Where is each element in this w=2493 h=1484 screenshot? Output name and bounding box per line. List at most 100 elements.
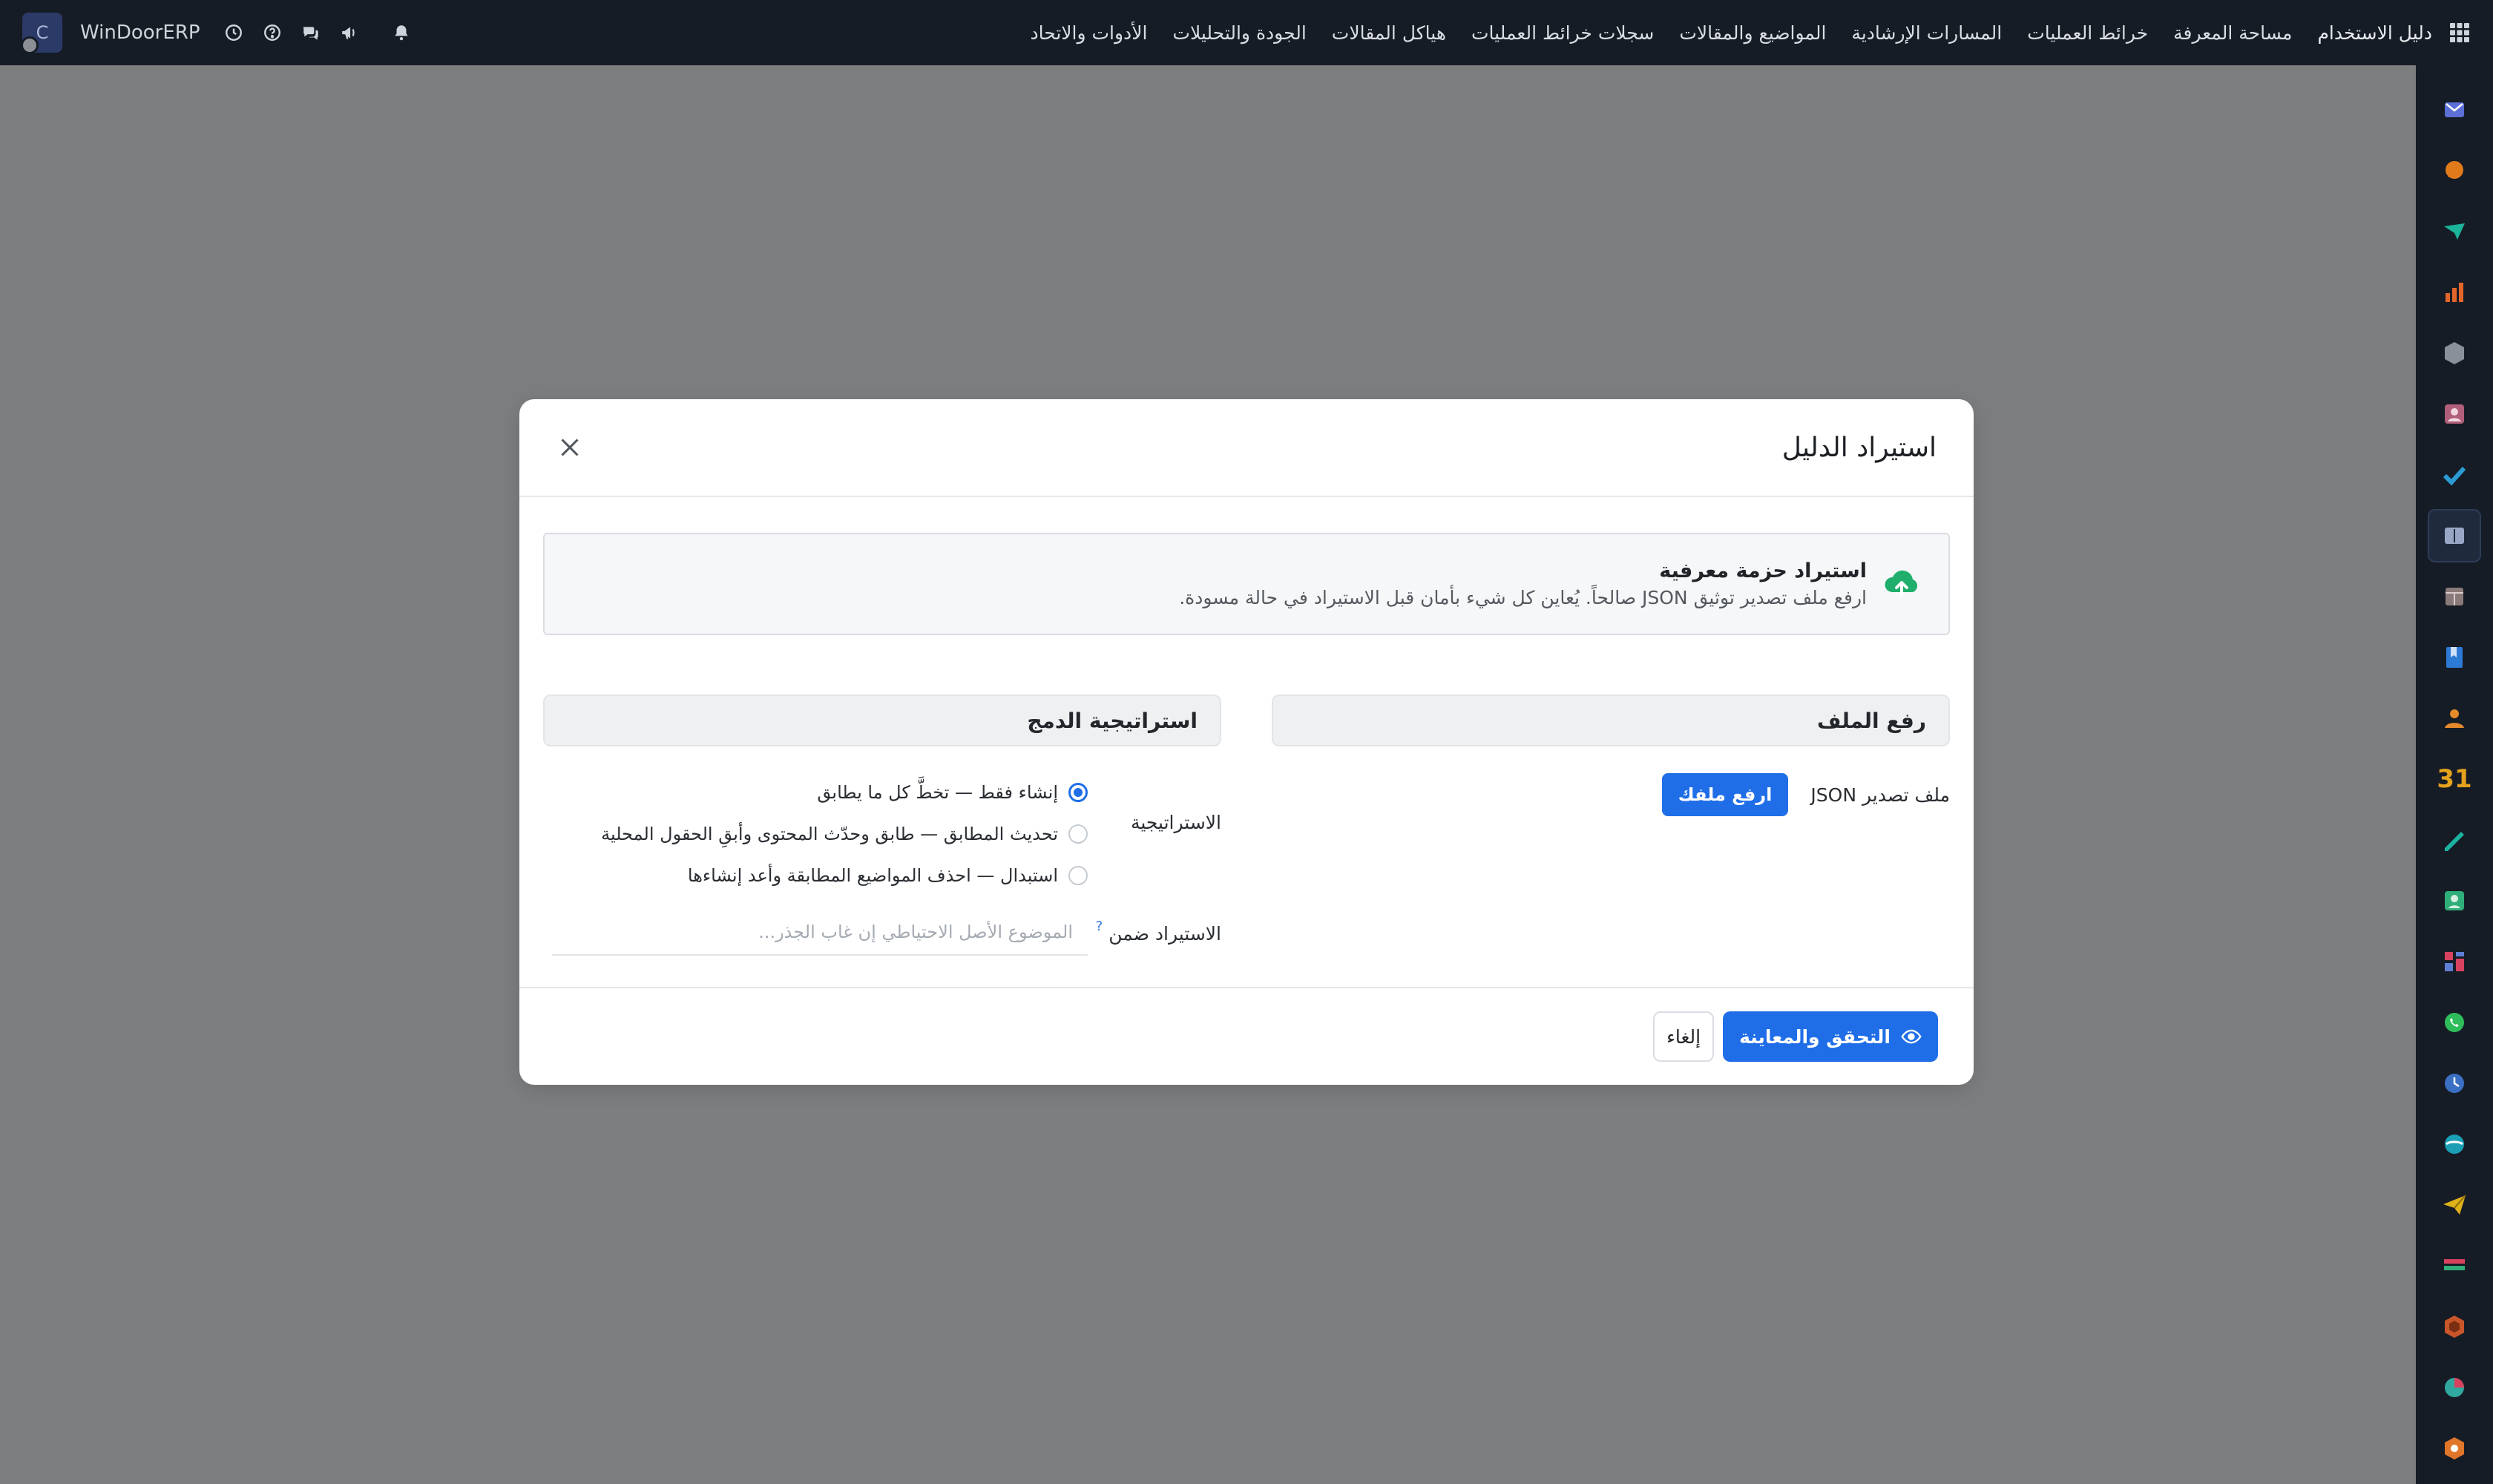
check-app-icon-glyph	[2443, 466, 2466, 486]
sign-app-icon[interactable]	[2428, 813, 2481, 867]
menu-knowledge-space[interactable]: مساحة المعرفة	[2173, 22, 2292, 44]
send-app-icon[interactable]	[2428, 205, 2481, 258]
file-row: ملف تصدير JSON ارفع ملفك	[1272, 773, 1950, 816]
menu-process-maps[interactable]: خرائط العمليات	[2027, 22, 2148, 44]
radio-update-matched[interactable]	[1068, 824, 1088, 844]
menu-user-guide[interactable]: دليل الاستخدام	[2317, 22, 2432, 44]
strategy-label: الاستراتيجية	[1130, 812, 1221, 833]
book-app-icon[interactable]	[2428, 631, 2481, 684]
chat-icon[interactable]	[300, 22, 322, 44]
paper-plane-app-icon[interactable]	[2428, 1178, 2481, 1232]
strategy-radio-group: إنشاء فقط — تخطَّ كل ما يطابق تحديث المط…	[601, 772, 1088, 896]
strategy-option-update-matched[interactable]: تحديث المطابق — طابق وحدّث المحتوى وأبقِ…	[601, 813, 1088, 855]
contacts-app-icon[interactable]	[2428, 387, 2481, 441]
pie-app-icon-glyph	[2445, 1378, 2464, 1397]
whatsapp-app-icon[interactable]	[2428, 996, 2481, 1049]
json-file-label: ملف تصدير JSON	[1810, 784, 1950, 806]
cancel-button[interactable]: إلغاء	[1653, 1011, 1715, 1062]
strategy-row: الاستراتيجية إنشاء فقط — تخطَّ كل ما يطا…	[543, 772, 1221, 896]
sign-app-icon-glyph	[2445, 832, 2464, 851]
radio-create-only[interactable]	[1068, 783, 1088, 802]
strategy-option-replace[interactable]: استبدال — احذف المواضيع المطابقة وأعد إن…	[601, 855, 1088, 896]
send-app-icon-glyph	[2444, 223, 2465, 240]
check-app-icon[interactable]	[2428, 448, 2481, 502]
help-icon[interactable]	[261, 22, 283, 44]
eye-icon	[1901, 1029, 1922, 1044]
menu-topics-articles[interactable]: المواضيع والمقالات	[1679, 22, 1826, 44]
validate-preview-label: التحقق والمعاينة	[1739, 1025, 1891, 1048]
clock-icon[interactable]	[223, 22, 245, 44]
dashboard-app-icon-glyph	[2445, 952, 2464, 971]
radio-replace[interactable]	[1068, 866, 1088, 885]
clock-app-icon-glyph	[2445, 1074, 2464, 1093]
menu-article-structures[interactable]: هياكل المقالات	[1332, 22, 1446, 44]
sync-app-icon[interactable]	[2428, 1117, 2481, 1171]
merge-section-heading: استراتيجية الدمج	[543, 695, 1221, 746]
banner-title: استيراد حزمة معرفية	[1659, 559, 1867, 582]
company-name[interactable]: WinDoorERP	[80, 22, 200, 44]
topbar-systray: C WinDoorERP	[21, 0, 429, 65]
contacts-app-icon-glyph	[2445, 404, 2464, 424]
menu-quality-analytics[interactable]: الجودة والتحليلات	[1172, 22, 1306, 44]
dialog-footer: التحقق والمعاينة إلغاء	[519, 987, 1974, 1085]
dashboard-app-icon[interactable]	[2428, 935, 2481, 988]
calendar-day-label: 31	[2437, 764, 2472, 794]
top-navbar: دليل الاستخدام مساحة المعرفة خرائط العمل…	[0, 0, 2493, 65]
upload-file-button[interactable]: ارفع ملفك	[1661, 773, 1789, 816]
upload-section: رفع الملف ملف تصدير JSON ارفع ملفك	[1272, 695, 1950, 816]
calendar-app-icon[interactable]: 31	[2428, 752, 2481, 806]
employee-app-icon-glyph	[2445, 891, 2464, 910]
hexagon-app-icon[interactable]	[2428, 1300, 2481, 1353]
strategy-option-create-only[interactable]: إنشاء فقط — تخطَّ كل ما يطابق	[601, 772, 1088, 813]
pie-app-icon[interactable]	[2428, 1361, 2481, 1414]
knowledge-app-icon[interactable]	[2428, 509, 2481, 562]
people-app-icon-glyph	[2445, 709, 2464, 728]
chat-bubble-app-icon-glyph	[2446, 161, 2463, 179]
apps-grid-icon[interactable]	[2443, 16, 2477, 50]
sync-app-icon-glyph	[2445, 1135, 2464, 1154]
table-app-icon[interactable]	[2428, 1239, 2481, 1293]
chart-app-icon[interactable]	[2428, 266, 2481, 319]
menu-process-map-logs[interactable]: سجلات خرائط العمليات	[1471, 22, 1654, 44]
employee-app-icon[interactable]	[2428, 874, 2481, 928]
avatar[interactable]: C	[21, 13, 62, 54]
book-app-icon-glyph	[2446, 647, 2463, 668]
mail-app-icon[interactable]	[2428, 83, 2481, 137]
radio-label: استبدال — احذف المواضيع المطابقة وأعد إن…	[687, 865, 1058, 886]
hex-box-app-icon-glyph	[2445, 1437, 2464, 1460]
clock-app-icon[interactable]	[2428, 1057, 2481, 1110]
import-under-text: الاستيراد ضمن	[1108, 923, 1221, 945]
package-app-icon[interactable]	[2428, 570, 2481, 623]
paper-plane-app-icon-glyph	[2443, 1195, 2466, 1215]
info-banner: استيراد حزمة معرفية ارفع ملف تصدير توثيق…	[543, 533, 1950, 635]
import-guide-dialog: استيراد الدليل استيراد حزمة معرفية ارفع …	[519, 399, 1974, 1085]
mail-app-icon-glyph	[2445, 102, 2464, 117]
close-icon[interactable]	[549, 427, 591, 468]
cloud-upload-icon	[1879, 562, 1923, 606]
cube-app-icon-glyph	[2445, 342, 2464, 364]
table-app-icon-glyph	[2444, 1259, 2465, 1270]
parent-topic-input[interactable]: الموضوع الأصل الاحتياطي إن غاب الجذر...	[552, 910, 1088, 956]
avatar-status-dot	[21, 36, 39, 54]
bell-icon[interactable]	[390, 22, 413, 44]
radio-label: إنشاء فقط — تخطَّ كل ما يطابق	[817, 782, 1058, 803]
cube-app-icon[interactable]	[2428, 326, 2481, 380]
hexagon-app-icon-glyph	[2445, 1316, 2464, 1338]
banner-subtitle: ارفع ملف تصدير توثيق JSON صالحاً. يُعاين…	[1179, 587, 1867, 608]
import-under-row: الاستيراد ضمن ? الموضوع الأصل الاحتياطي …	[543, 910, 1221, 956]
help-tooltip-icon[interactable]: ?	[1096, 919, 1103, 934]
people-app-icon[interactable]	[2428, 692, 2481, 745]
chart-app-icon-glyph	[2446, 283, 2463, 302]
validate-preview-button[interactable]: التحقق والمعاينة	[1723, 1011, 1938, 1062]
menu-tools-federation[interactable]: الأدوات والاتحاد	[1030, 22, 1147, 44]
menu-guided-paths[interactable]: المسارات الإرشادية	[1851, 22, 2002, 44]
hex-box-app-icon[interactable]	[2428, 1422, 2481, 1475]
avatar-initial: C	[36, 22, 49, 43]
megaphone-icon[interactable]	[338, 22, 361, 44]
knowledge-app-icon-glyph	[2445, 528, 2464, 544]
merge-strategy-section: استراتيجية الدمج الاستراتيجية إنشاء فقط …	[543, 695, 1221, 956]
import-under-label: الاستيراد ضمن ?	[1088, 910, 1221, 945]
whatsapp-app-icon-glyph	[2445, 1013, 2464, 1032]
package-app-icon-glyph	[2446, 588, 2463, 605]
chat-bubble-app-icon[interactable]	[2428, 144, 2481, 197]
